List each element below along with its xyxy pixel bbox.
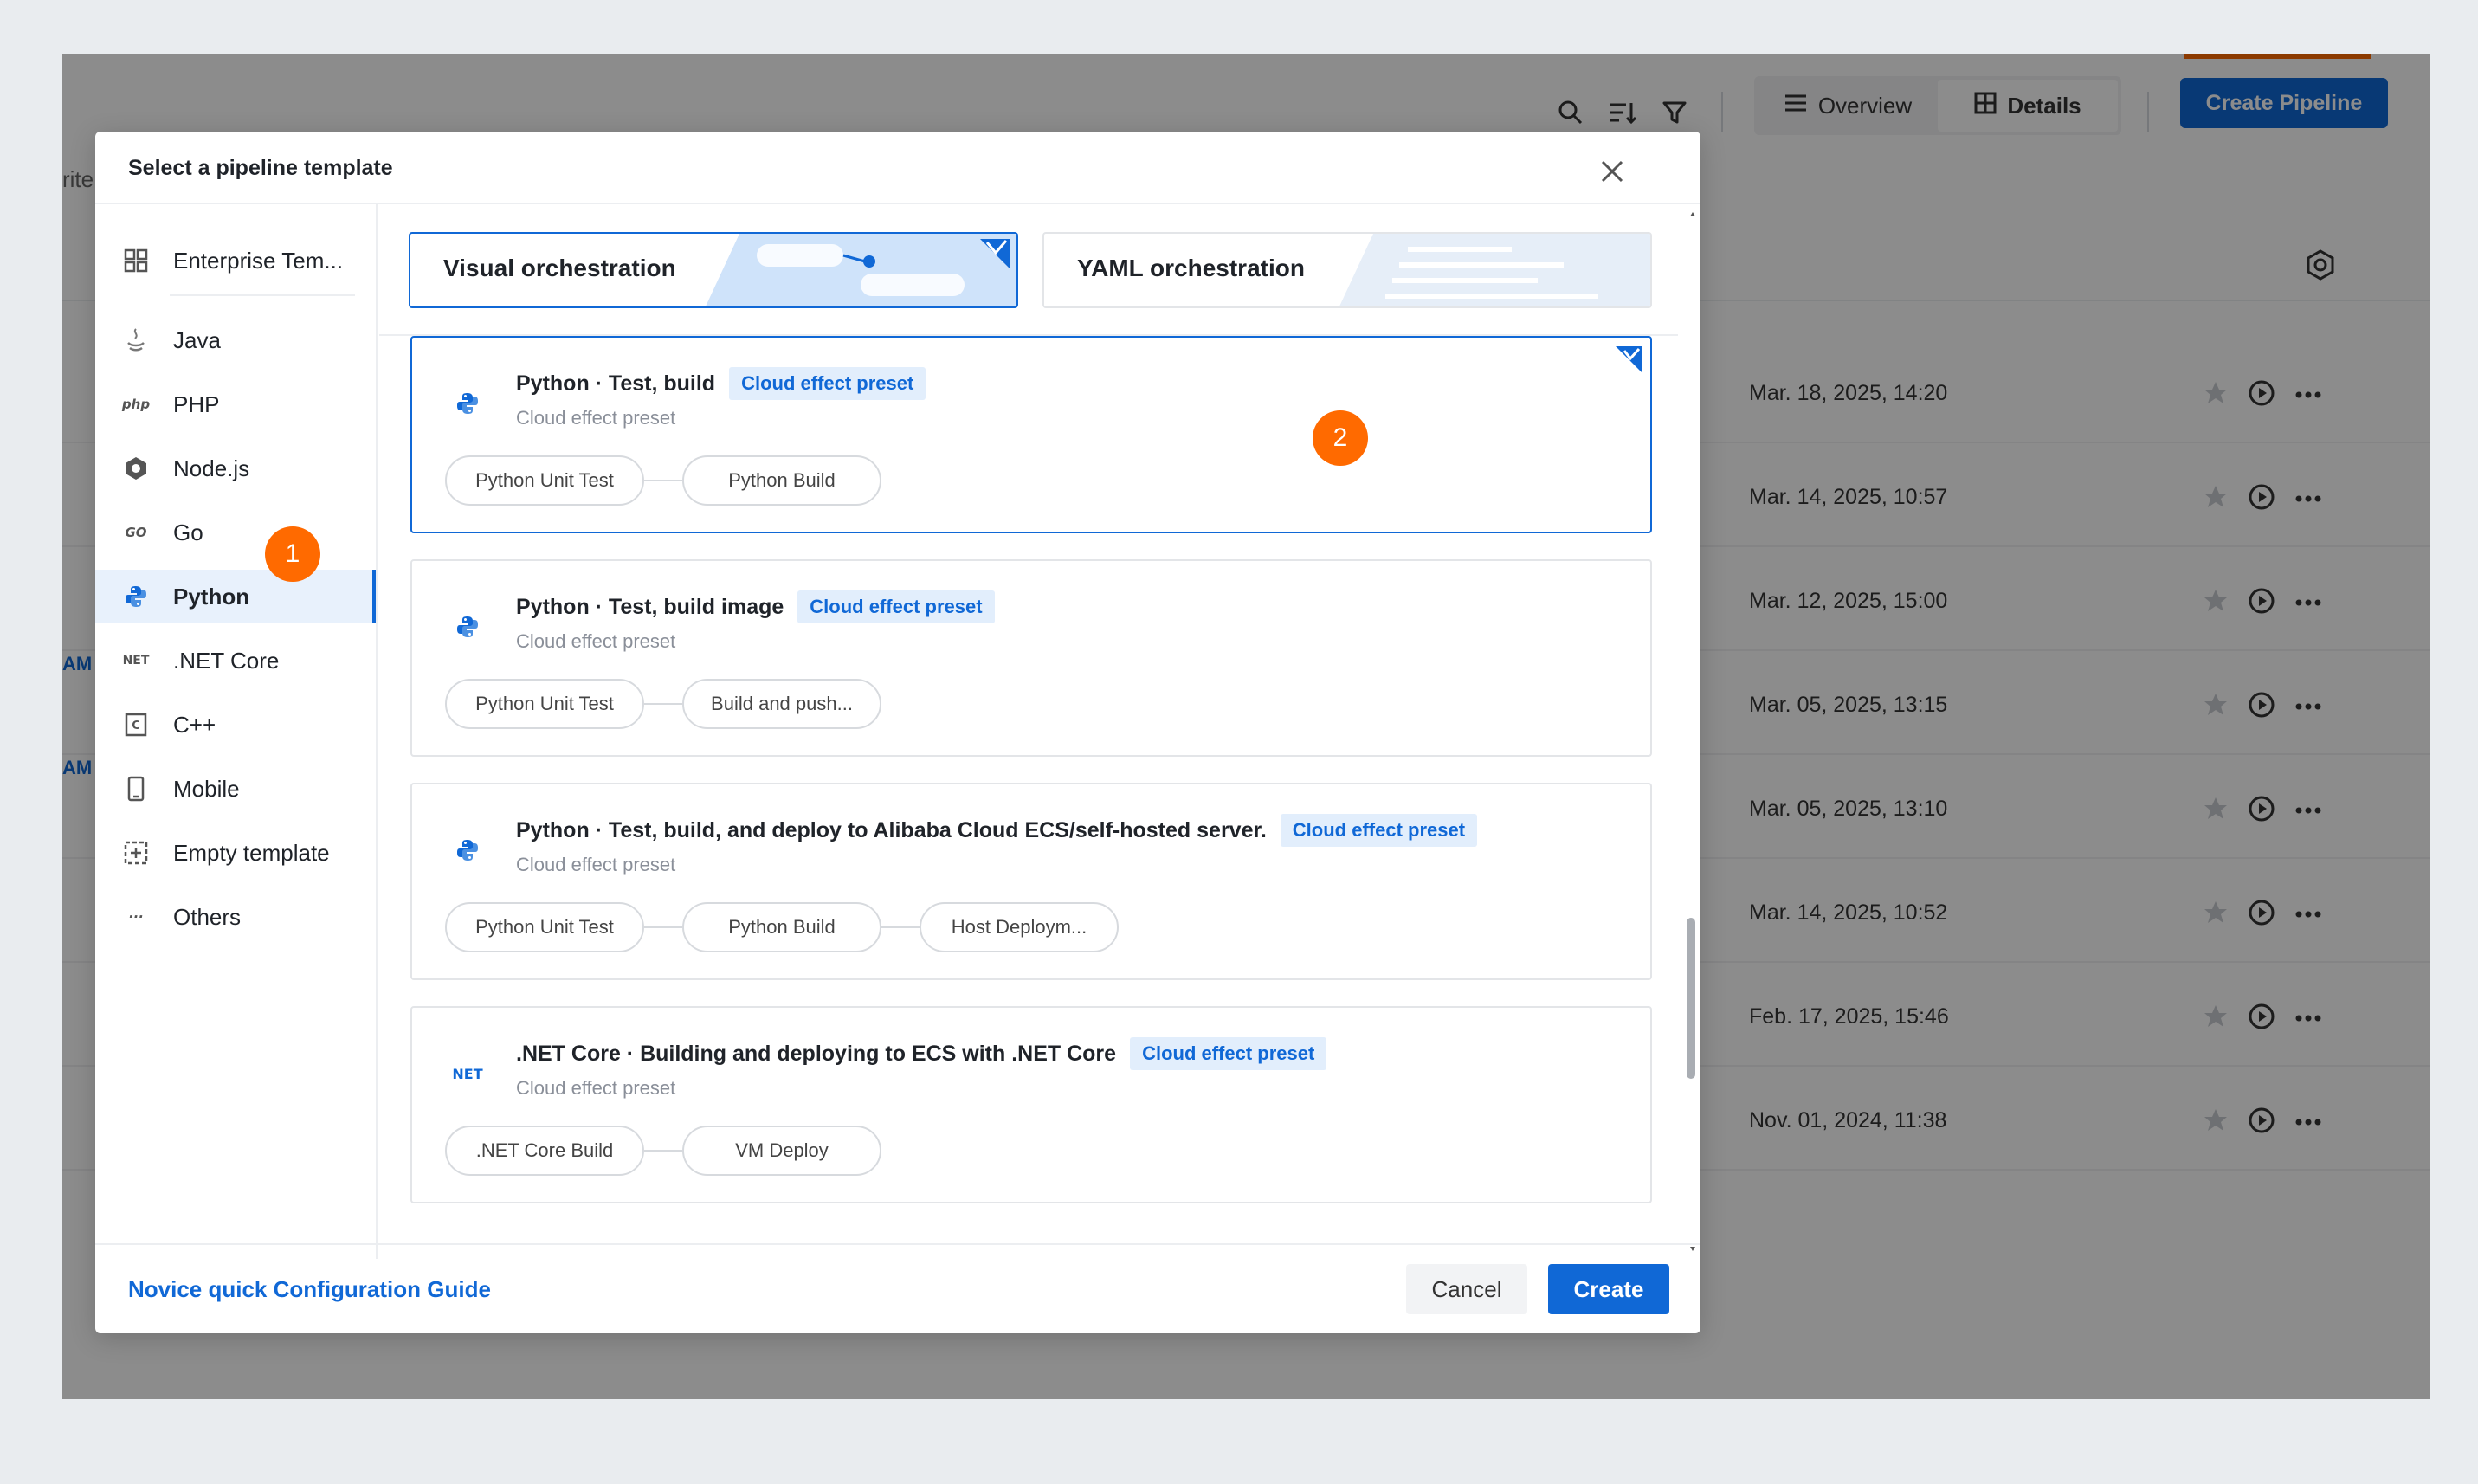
pipeline-step: Python Unit Test: [445, 679, 644, 729]
sidebar-item-label: Python: [173, 583, 250, 610]
cancel-button[interactable]: Cancel: [1406, 1264, 1527, 1314]
sidebar-item-label: Mobile: [173, 775, 240, 802]
pipeline-step: VM Deploy: [682, 1126, 881, 1176]
dotnet-icon: NET: [122, 654, 150, 668]
pipeline-steps: Python Unit Test Build and push...: [445, 679, 881, 729]
sidebar-item-label: .NET Core: [173, 647, 280, 674]
sidebar-item-label: Go: [173, 519, 203, 545]
more-icon: ···: [128, 909, 144, 925]
java-icon: [121, 326, 151, 355]
sidebar-item-python[interactable]: Python: [95, 570, 376, 623]
sidebar-item-enterprise-tem[interactable]: Enterprise Tem...: [95, 234, 376, 287]
pipeline-steps: .NET Core Build VM Deploy: [445, 1126, 881, 1176]
pipeline-step: Build and push...: [682, 679, 881, 729]
preset-tag: Cloud effect preset: [1130, 1037, 1327, 1070]
sidebar-item-others[interactable]: ··· Others: [95, 890, 376, 944]
template-name: Python · Test, build, and deploy to Alib…: [516, 817, 1267, 842]
pipeline-step: Python Unit Test: [445, 455, 644, 506]
grid-icon: [121, 246, 151, 275]
language-sidebar: Enterprise Tem... Java php PHP Node.js GO Go Py…: [95, 204, 378, 1259]
template-card[interactable]: Python · Test, build, and deploy to Alib…: [410, 783, 1652, 980]
pipeline-step: Python Build: [682, 455, 881, 506]
template-card[interactable]: NET .NET Core · Building and deploying to…: [410, 1006, 1652, 1203]
add-template-icon: [121, 838, 151, 868]
sidebar-item-label: Others: [173, 903, 242, 930]
svg-text:C: C: [132, 719, 140, 732]
dialog-footer-divider: [95, 1243, 1700, 1245]
dotnet-icon: NET: [452, 1065, 483, 1082]
preset-tag: Cloud effect preset: [1280, 814, 1478, 847]
python-icon: [452, 388, 483, 419]
pipeline-step: Python Unit Test: [445, 902, 644, 952]
template-content: Visual orchestration YAML orchestration: [379, 204, 1678, 1259]
quick-guide-link[interactable]: Novice quick Configuration Guide: [128, 1276, 491, 1303]
scrollbar-thumb[interactable]: [1687, 918, 1695, 1079]
mode-card-visual[interactable]: Visual orchestration: [409, 232, 1018, 308]
mode-card-yaml[interactable]: YAML orchestration: [1042, 232, 1652, 308]
scrollbar-track[interactable]: [1685, 204, 1700, 1259]
php-icon: php: [121, 397, 151, 412]
pipeline-step: Host Deploym...: [920, 902, 1119, 952]
template-card[interactable]: Python · Test, build Cloud effect preset C…: [410, 336, 1652, 533]
pipeline-step: .NET Core Build: [445, 1126, 644, 1176]
mode-label: YAML orchestration: [1077, 255, 1305, 281]
template-subtitle: Cloud effect preset: [516, 1077, 676, 1099]
sidebar-item-label: Java: [173, 326, 221, 353]
step-connector: [644, 703, 682, 705]
visual-orchestration-illustration: [705, 234, 1016, 306]
selected-check-icon: [1616, 346, 1642, 372]
preset-tag: Cloud effect preset: [729, 367, 926, 400]
sidebar-item-go[interactable]: GO Go: [95, 506, 376, 559]
pipeline-step: Python Build: [682, 902, 881, 952]
template-subtitle: Cloud effect preset: [516, 854, 676, 875]
preset-tag: Cloud effect preset: [797, 590, 995, 623]
go-icon: GO: [125, 525, 147, 540]
template-name: Python · Test, build image: [516, 594, 784, 619]
yaml-orchestration-illustration: [1339, 234, 1650, 306]
python-icon: [452, 611, 483, 642]
mobile-icon: [121, 774, 151, 803]
mode-label: Visual orchestration: [443, 255, 676, 281]
step-marker-1: 1: [265, 526, 320, 582]
template-name: .NET Core · Building and deploying to EC…: [516, 1041, 1117, 1066]
sidebar-divider: [170, 294, 355, 296]
sidebar-item-node-js[interactable]: Node.js: [95, 442, 376, 495]
step-connector: [644, 480, 682, 481]
sidebar-item-java[interactable]: Java: [95, 313, 376, 367]
sidebar-item-label: C++: [173, 711, 216, 738]
sidebar-item-label: PHP: [173, 390, 220, 417]
sidebar-item-net-core[interactable]: NET .NET Core: [95, 634, 376, 687]
sidebar-item-label: Enterprise Tem...: [173, 247, 344, 274]
sidebar-item-empty-template[interactable]: Empty template: [95, 826, 376, 880]
create-button[interactable]: Create: [1548, 1264, 1669, 1314]
template-subtitle: Cloud effect preset: [516, 630, 676, 652]
template-picker-dialog: Select a pipeline template Enterprise Te…: [95, 132, 1700, 1333]
python-icon: [121, 582, 151, 611]
step-connector: [881, 926, 920, 928]
template-card[interactable]: Python · Test, build image Cloud effect p…: [410, 559, 1652, 757]
nodejs-icon: [121, 454, 151, 483]
cpp-icon: C: [121, 710, 151, 739]
sidebar-item-php[interactable]: php PHP: [95, 377, 376, 431]
pipeline-steps: Python Unit Test Python Build Host Deploym…: [445, 902, 1119, 952]
pipeline-steps: Python Unit Test Python Build: [445, 455, 881, 506]
step-connector: [644, 1150, 682, 1152]
dialog-title: Select a pipeline template: [128, 156, 393, 180]
sidebar-item-c[interactable]: C C++: [95, 698, 376, 752]
close-icon[interactable]: [1590, 149, 1635, 194]
python-icon: [452, 835, 483, 866]
sidebar-item-label: Empty template: [173, 839, 330, 866]
sidebar-item-mobile[interactable]: Mobile: [95, 762, 376, 816]
template-name: Python · Test, build: [516, 371, 716, 396]
template-subtitle: Cloud effect preset: [516, 407, 676, 429]
step-marker-2: 2: [1313, 410, 1368, 466]
sidebar-item-label: Node.js: [173, 455, 250, 481]
step-connector: [644, 926, 682, 928]
